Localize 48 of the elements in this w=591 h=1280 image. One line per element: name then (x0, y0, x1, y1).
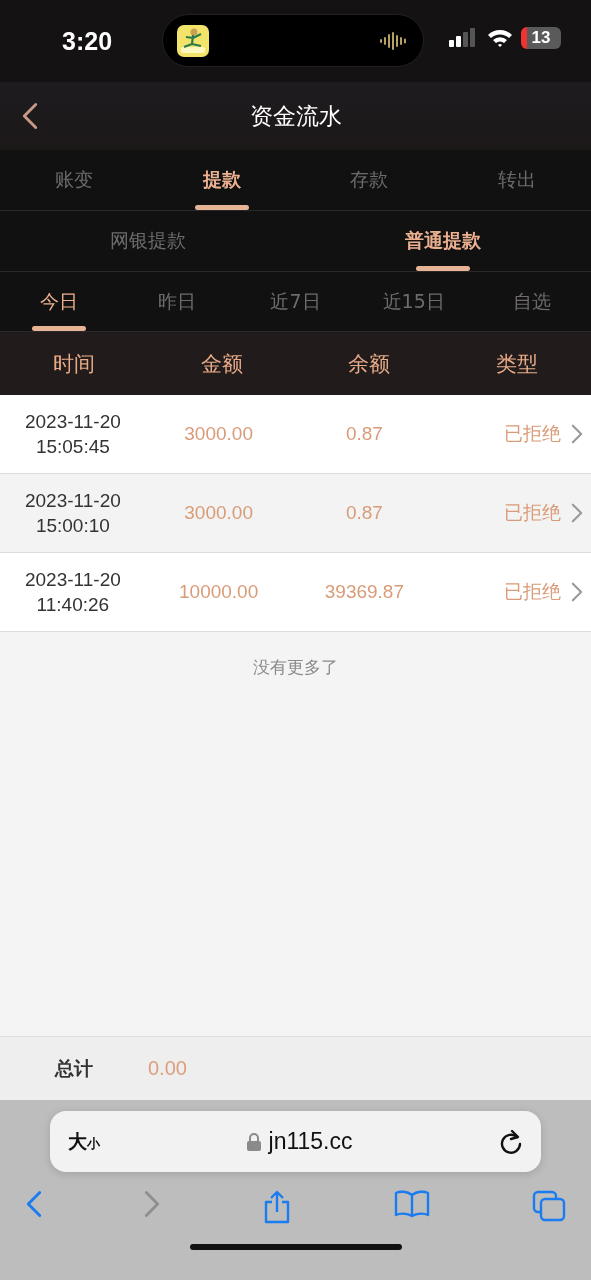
withdraw-type-tab[interactable]: 普通提款 (295, 211, 591, 271)
record-row[interactable]: 2023-11-20 11:40:26 10000.00 39369.87 已拒绝 (0, 553, 591, 632)
end-of-list-note: 没有更多了 (253, 657, 338, 677)
category-tab[interactable]: 账变 (0, 150, 148, 210)
record-datetime: 2023-11-20 15:05:45 (24, 410, 122, 459)
period-tab[interactable]: 近7日 (236, 272, 355, 331)
category-tab[interactable]: 存款 (295, 150, 444, 210)
record-balance: 0.87 (344, 423, 384, 445)
column-header: 类型 (495, 350, 540, 378)
bookmarks-icon[interactable] (393, 1190, 430, 1218)
total-value: 0.00 (148, 1057, 187, 1080)
period-tab[interactable]: 近15日 (354, 272, 473, 331)
category-tab[interactable]: 转出 (443, 150, 591, 210)
category-tab[interactable]: 提款 (147, 150, 296, 210)
reload-icon[interactable] (499, 1128, 523, 1155)
record-amount: 3000.00 (183, 502, 254, 524)
chevron-right-icon (571, 424, 583, 444)
wifi-icon (487, 28, 513, 48)
audio-wave-icon (379, 31, 409, 50)
column-header: 金额 (199, 350, 244, 378)
lock-icon (246, 1132, 261, 1151)
chevron-right-icon (571, 582, 583, 602)
record-status: 已拒绝 (504, 579, 561, 604)
record-datetime: 2023-11-20 11:40:26 (24, 568, 122, 617)
battery-level: 13 (521, 27, 561, 49)
record-balance: 0.87 (344, 502, 384, 524)
column-header: 时间 (51, 350, 96, 378)
record-row[interactable]: 2023-11-20 15:05:45 3000.00 0.87 已拒绝 (0, 395, 591, 474)
record-status: 已拒绝 (504, 500, 561, 525)
period-tab[interactable]: 今日 (0, 272, 119, 331)
period-tab[interactable]: 自选 (472, 272, 591, 331)
column-header: 余额 (347, 350, 392, 378)
page-title: 资金流水 (249, 101, 342, 131)
record-balance: 39369.87 (323, 581, 405, 603)
address-bar[interactable]: 大小 jn115.cc (50, 1111, 541, 1172)
record-datetime: 2023-11-20 15:00:10 (24, 489, 122, 538)
record-status: 已拒绝 (504, 421, 561, 446)
status-time: 3:20 (62, 26, 114, 56)
period-tab[interactable]: 昨日 (118, 272, 237, 331)
total-label: 总计 (53, 1055, 94, 1081)
withdraw-type-tab[interactable]: 网银提款 (0, 211, 296, 271)
tabs-icon[interactable] (531, 1190, 566, 1222)
url-text: jn115.cc (268, 1128, 353, 1155)
record-amount: 3000.00 (183, 423, 254, 445)
back-icon[interactable] (22, 102, 38, 130)
text-size-button[interactable]: 大小 (68, 1128, 100, 1155)
record-amount: 10000.00 (178, 581, 260, 603)
chevron-right-icon (571, 503, 583, 523)
